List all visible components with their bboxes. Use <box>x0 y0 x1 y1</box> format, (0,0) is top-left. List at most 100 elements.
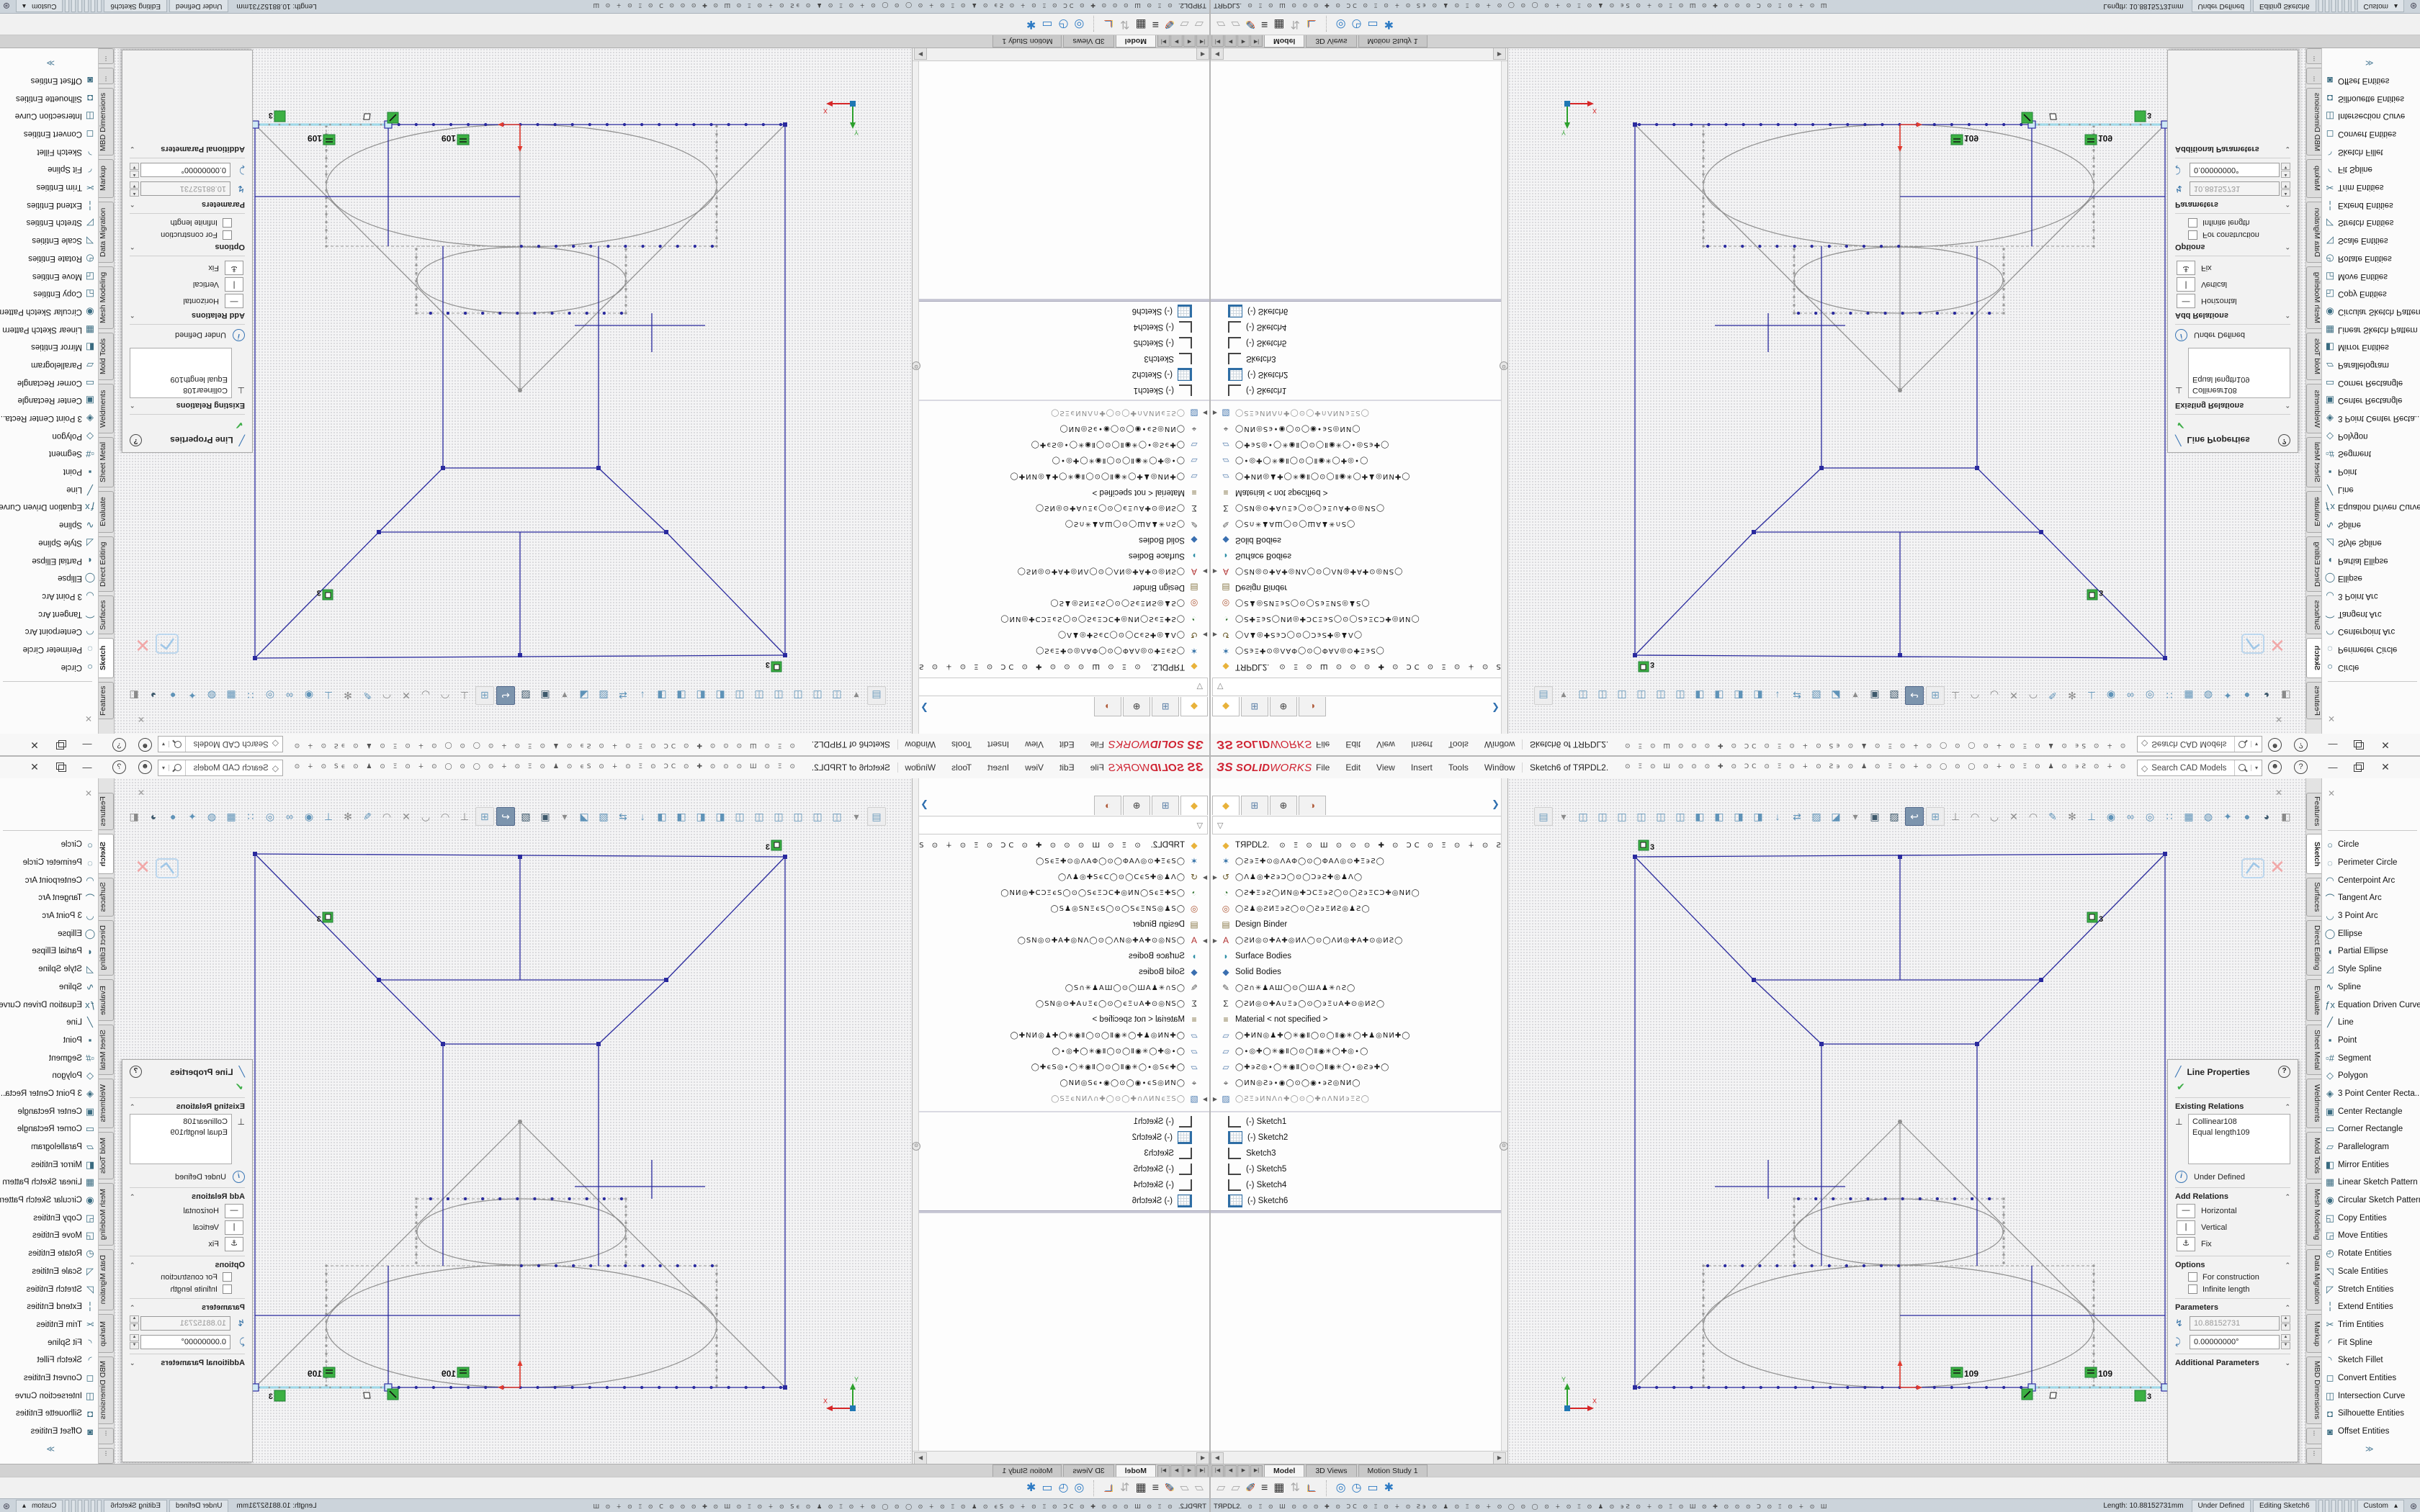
tag-icon[interactable]: ⊛ <box>2406 1 2420 11</box>
tree-row-sketch3[interactable]: Sketch3 <box>1211 351 1502 366</box>
bottom-tool-icon[interactable]: ▱ <box>1195 1479 1204 1498</box>
chevron-down-icon[interactable]: ⌄ <box>130 1359 135 1367</box>
close-button[interactable]: ✕ <box>25 737 44 753</box>
chevron-up-icon[interactable]: ⌃ <box>130 1103 135 1111</box>
tool-sketch-fillet[interactable]: ◝Sketch Fillet <box>0 1351 98 1369</box>
tool-center-rectangle[interactable]: ▣Center Rectangle <box>2322 1102 2420 1120</box>
relation-button-fix[interactable]: ⚓Fix <box>130 1237 243 1251</box>
tree-row[interactable]: ▱◯∙◎✚◯✳◉Ⅱ◯⊙◯Ⅱ◉✳◯✚◎∙◯ <box>918 453 1209 469</box>
tool-linear-sketch-pattern[interactable]: ▦Linear Sketch Pattern <box>2322 320 2420 338</box>
chevron-up-icon[interactable]: ⌃ <box>130 243 135 251</box>
tab-sheet-metal[interactable]: Sheet Metal <box>99 1025 114 1075</box>
tool-parallelogram[interactable]: ▱Parallelogram <box>0 1138 98 1156</box>
tab-weldments[interactable]: Weldments <box>99 1079 114 1128</box>
tree-row[interactable]: ▶▨◯ƧΞ϶ИΝΛ∩✚◯⊙◯✚∩ΛΝИ϶ΞƧ◯ <box>1211 405 1502 421</box>
bottom-tool-icon[interactable]: ▦ <box>1136 15 1147 34</box>
tool-3-point-arc[interactable]: ◡3 Point Arc <box>0 588 98 606</box>
tab-direct-editing[interactable]: Direct Editing <box>2306 920 2321 976</box>
splitter-knob[interactable]: ⊙ <box>1500 1142 1508 1151</box>
tree-row-sketch4[interactable]: (-) Sketch4 <box>918 319 1209 335</box>
tool-fit-spline[interactable]: ◜Fit Spline <box>2322 1333 2420 1351</box>
tool-3-point-center-recta-[interactable]: ◈3 Point Center Recta... <box>0 1085 98 1103</box>
tool-ellipse[interactable]: ◯Ellipse <box>0 924 98 942</box>
tab-markup[interactable]: Markup <box>99 1314 114 1353</box>
status-custom-dropdown[interactable]: Custom▴ <box>2357 1500 2404 1512</box>
angle-spinner[interactable]: ▲▼ <box>130 1334 139 1349</box>
close-button[interactable]: ✕ <box>2376 759 2395 775</box>
tree-row-sketch5[interactable]: (-) Sketch5 <box>918 335 1209 351</box>
tool-corner-rectangle[interactable]: ▭Corner Rectangle <box>0 1120 98 1138</box>
tree-row[interactable]: ◆Solid Bodies <box>918 964 1209 980</box>
confirmation-corner[interactable]: ✕ ✕ <box>2242 788 2285 878</box>
viewport-nav-icon[interactable]: ▶ <box>1237 35 1250 47</box>
tree-vertical-scrollbar[interactable] <box>1501 60 1507 734</box>
tree-row[interactable]: ◔◯Ƨ✚Ξ϶Ƨ◯ИΝ◎✚ƆCΞ϶Ƨ◯⊙◯Ƨ϶ΞCƆ✚◎ΝИ◯ <box>918 885 1209 901</box>
tool-rotate-entities[interactable]: ◴Rotate Entities <box>2322 1245 2420 1263</box>
ok-check-icon[interactable]: ✔ <box>2177 419 2290 431</box>
tab-surfaces[interactable]: Surfaces <box>99 595 114 634</box>
configurationmanager-tab[interactable]: ⊕ <box>1123 796 1150 815</box>
length-spinner[interactable]: ▲▼ <box>2281 1315 2290 1331</box>
relation-item[interactable]: Equal length109 <box>134 374 228 384</box>
tool-silhouette-entities[interactable]: ◘Silhouette Entities <box>2322 1405 2420 1423</box>
tree-row[interactable]: ◆TЯPDL2.⊙ Ξ ⊙ Ш ⊙ ⊙ ⊙ ✚ ⊙ ƆC ⊙ Ξ ⊙ ∔ ⊙ Ƨ… <box>918 659 1209 675</box>
tool-offset-entities[interactable]: ◙Offset Entities <box>0 1423 98 1441</box>
tab-overflow[interactable]: ⋮ <box>99 68 114 84</box>
tree-row[interactable]: ◔◯Ƨ✚Ξ϶Ƨ◯ИΝ◎✚ƆCΞ϶Ƨ◯⊙◯Ƨ϶ΞCƆ✚◎ΝИ◯ <box>1211 885 1502 901</box>
checkbox-for-construction[interactable]: For construction <box>130 230 232 240</box>
tab-markup[interactable]: Markup <box>2306 1314 2321 1353</box>
flyout-close-icon[interactable]: ✕ <box>85 788 92 798</box>
menu-view[interactable]: View <box>1025 762 1044 773</box>
tab-direct-editing[interactable]: Direct Editing <box>2306 536 2321 593</box>
tool-mirror-entities[interactable]: ◧Mirror Entities <box>0 1156 98 1174</box>
tree-row[interactable]: ▶A◯ƧИ◎⊙✚A✚◎ИΛ◯⊙◯ΛИ◎✚A✚⊙◎ИƧ◯ <box>918 932 1209 948</box>
tool-corner-rectangle[interactable]: ▭Corner Rectangle <box>2322 374 2420 392</box>
tab-overflow[interactable]: ⋮ <box>99 1428 114 1444</box>
tree-row[interactable]: ▱◯∙◎✚◯✳◉Ⅱ◯⊙◯Ⅱ◉✳◯✚◎∙◯ <box>918 1043 1209 1059</box>
configurationmanager-tab[interactable]: ⊕ <box>1270 796 1297 815</box>
tool-stretch-entities[interactable]: ◸Stretch Entities <box>0 1280 98 1298</box>
tool-trim-entities[interactable]: ✂Trim Entities <box>2322 1316 2420 1334</box>
tool-polygon[interactable]: ◇Polygon <box>0 427 98 445</box>
menu-tools[interactable]: Tools <box>951 739 972 750</box>
bottom-tool-icon[interactable]: ✱ <box>1026 15 1036 34</box>
tool-perimeter-circle[interactable]: ◌Perimeter Circle <box>0 854 98 872</box>
tool-fit-spline[interactable]: ◜Fit Spline <box>0 1333 98 1351</box>
bottom-tool-icon[interactable]: ✐ <box>1246 1479 1255 1498</box>
bottom-tool-icon[interactable]: ▭ <box>1368 15 1379 34</box>
bottom-tool-icon[interactable]: ▭ <box>1041 15 1052 34</box>
tool-center-rectangle[interactable]: ▣Center Rectangle <box>0 1102 98 1120</box>
bottom-tool-icon[interactable]: ▦ <box>1273 15 1284 34</box>
tab-weldments[interactable]: Weldments <box>2306 384 2321 433</box>
bottom-tool-icon[interactable]: ✱ <box>1026 1479 1036 1498</box>
tool-partial-ellipse[interactable]: ◖Partial Ellipse <box>0 552 98 570</box>
menu-tools[interactable]: Tools <box>1448 762 1469 773</box>
viewport-nav-icon[interactable]: |◀ <box>1196 1465 1209 1477</box>
tree-row[interactable]: ◎◯Ƨ♟◎ƧИΞ϶Ƨ◯⊙◯Ƨ϶ΞИƧ◎♟Ƨ◯ <box>1211 595 1502 611</box>
tree-row-sketch3[interactable]: Sketch3 <box>918 351 1209 366</box>
bottom-tool-icon[interactable]: ≡ <box>1152 1479 1159 1498</box>
tree-row[interactable]: ≡Material < not specified > <box>1211 1012 1502 1027</box>
panel-collapse-icon[interactable]: ❯ <box>1492 702 1500 714</box>
bottom-tool-icon[interactable]: ∟ <box>1103 1479 1114 1498</box>
tool-trim-entities[interactable]: ✂Trim Entities <box>0 179 98 197</box>
account-icon[interactable]: ☻ <box>138 760 152 774</box>
search-box[interactable]: ◇ Search CAD Models ▾ <box>2137 760 2262 776</box>
menu-edit[interactable]: Edit <box>1059 739 1075 750</box>
tree-row[interactable]: Σ◯ƧИ◎⊙✚A∪Ξ϶◯⊙◯϶Ξ∪A✚⊙◎ИƧ◯ <box>1211 500 1502 516</box>
tree-row-sketch2[interactable]: (-) Sketch2 <box>1211 1130 1502 1146</box>
configurationmanager-tab[interactable]: ⊕ <box>1123 697 1150 716</box>
relations-listbox[interactable]: Collinear108 Equal length109 <box>130 348 232 398</box>
angle-spinner[interactable]: ▲▼ <box>2281 1334 2290 1349</box>
panel-collapse-icon[interactable]: ❯ <box>920 702 928 714</box>
tool-polygon[interactable]: ◇Polygon <box>2322 427 2420 445</box>
bottom-tool-icon[interactable]: ◷ <box>1352 1479 1362 1498</box>
tool-line[interactable]: ╱Line <box>0 1014 98 1032</box>
tree-row-sketch1[interactable]: (-) Sketch1 <box>918 1114 1209 1130</box>
tool-3-point-arc[interactable]: ◡3 Point Arc <box>2322 907 2420 925</box>
confirmation-corner[interactable]: ✕ ✕ <box>135 634 178 724</box>
tool-rotate-entities[interactable]: ◴Rotate Entities <box>0 250 98 268</box>
menu-insert[interactable]: Insert <box>987 762 1009 773</box>
search-dropdown-icon[interactable]: ▾ <box>2251 741 2262 747</box>
angle-spinner[interactable]: ▲▼ <box>130 163 139 178</box>
